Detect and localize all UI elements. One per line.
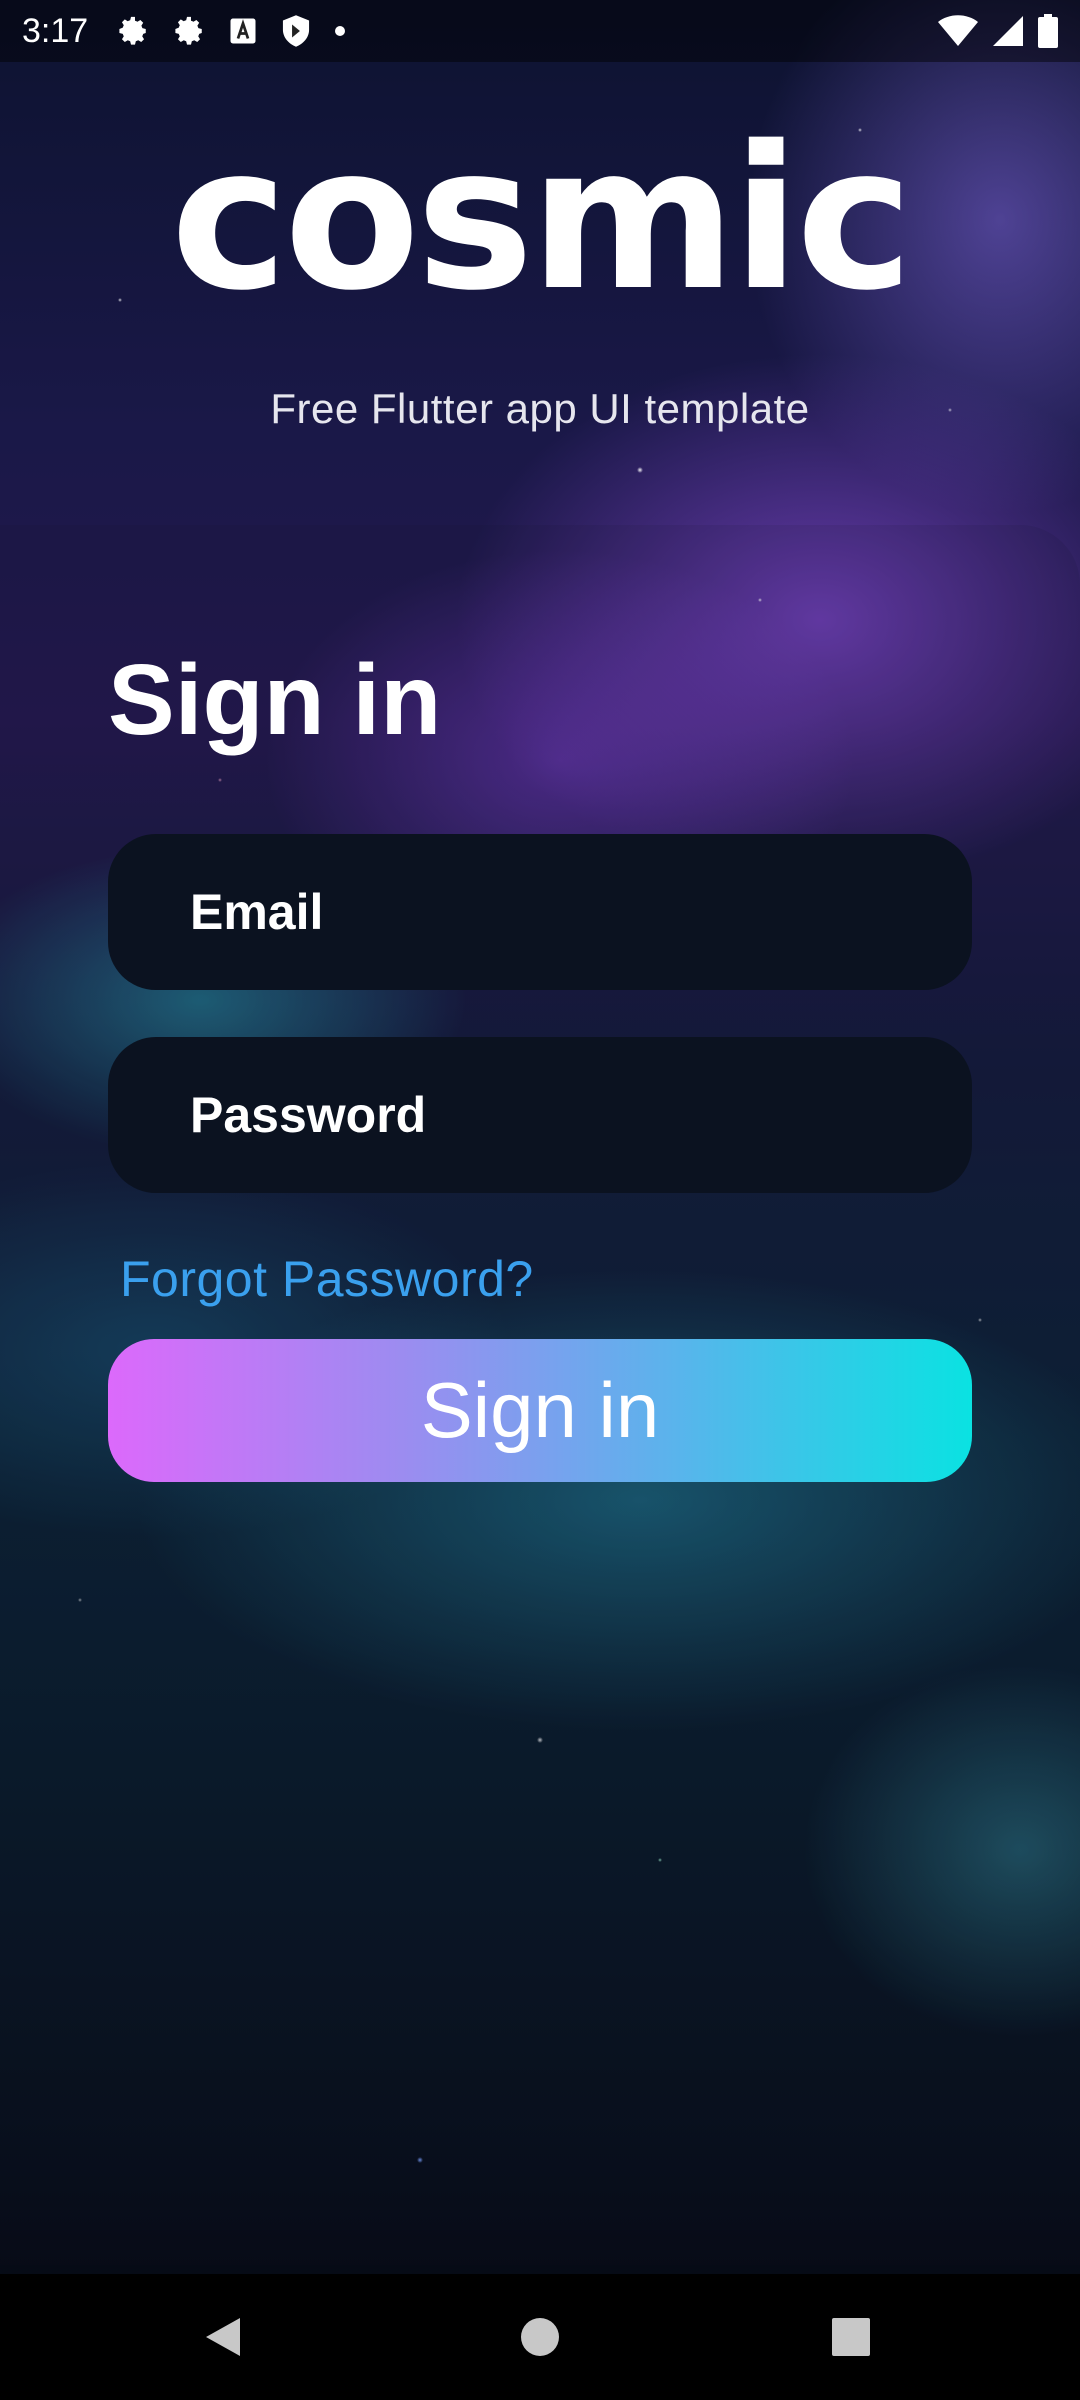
keyboard-a-icon [228, 16, 258, 46]
login-screen: 3:17 cosmic Free Flutter app UI template… [0, 0, 1080, 2400]
wifi-icon [938, 15, 978, 47]
app-logo: cosmic [170, 103, 914, 334]
email-field[interactable] [108, 834, 972, 990]
recents-icon[interactable] [826, 2312, 876, 2362]
status-bar: 3:17 [0, 0, 1080, 62]
home-icon[interactable] [515, 2312, 565, 2362]
status-notification-icons [116, 14, 346, 48]
system-nav-bar [0, 2274, 1080, 2400]
page-title: Sign in [108, 644, 442, 756]
settings-gear-icon [172, 14, 206, 48]
battery-icon [1038, 14, 1058, 48]
shield-icon [280, 14, 312, 48]
status-system-icons [938, 14, 1058, 48]
notification-dot-icon [334, 25, 346, 37]
password-input[interactable] [188, 1085, 972, 1145]
signin-button[interactable]: Sign in [108, 1339, 972, 1482]
cell-signal-icon [992, 15, 1024, 47]
signin-button-label: Sign in [420, 1366, 660, 1454]
status-time: 3:17 [22, 11, 89, 50]
email-input[interactable] [188, 882, 972, 942]
settings-gear-icon [116, 14, 150, 48]
password-field[interactable] [108, 1037, 972, 1193]
forgot-password-link[interactable]: Forgot Password? [120, 1250, 534, 1308]
back-icon[interactable] [198, 2312, 248, 2362]
app-tagline: Free Flutter app UI template [270, 385, 810, 432]
